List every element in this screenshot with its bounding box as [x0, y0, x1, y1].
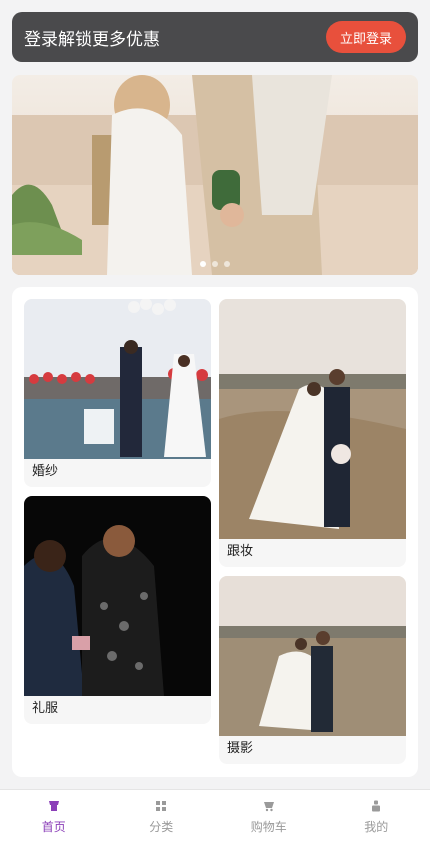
- carousel-dot[interactable]: [224, 261, 230, 267]
- tab-label: 我的: [364, 820, 389, 834]
- wedding-dress-photo: [24, 299, 211, 459]
- makeup-photo: [219, 299, 406, 539]
- login-banner: 登录解锁更多优惠 立即登录: [12, 12, 418, 62]
- formal-dress-photo: [24, 496, 211, 696]
- category-card-photography[interactable]: 摄影: [219, 576, 406, 764]
- tab-label: 购物车: [250, 820, 287, 834]
- user-icon: [372, 800, 381, 812]
- photography-photo: [219, 576, 406, 736]
- shirt-icon: [48, 801, 59, 811]
- carousel-dot-active[interactable]: [200, 261, 206, 267]
- category-label: 摄影: [227, 741, 254, 756]
- tab-cart[interactable]: 购物车: [215, 790, 323, 844]
- tab-label: 分类: [149, 820, 174, 834]
- bottom-tab-bar: 首页 分类 购物车 我的: [0, 789, 430, 844]
- login-prompt-text: 登录解锁更多优惠: [24, 29, 160, 50]
- login-button[interactable]: 立即登录: [325, 21, 406, 53]
- category-panel: 婚纱 跟妆 礼服 摄影: [12, 287, 418, 777]
- tab-home[interactable]: 首页: [0, 790, 108, 844]
- category-label: 跟妆: [227, 544, 254, 559]
- tab-mine[interactable]: 我的: [323, 790, 430, 844]
- carousel-indicator: [12, 261, 418, 267]
- tab-label: 首页: [41, 820, 66, 834]
- carousel-photo-wedding-couple: [12, 75, 418, 275]
- category-card-wedding-dress[interactable]: 婚纱: [24, 299, 211, 487]
- carousel-dot[interactable]: [212, 261, 218, 267]
- grid-icon: [156, 801, 167, 811]
- category-card-makeup[interactable]: 跟妆: [219, 299, 406, 567]
- category-card-formal-dress[interactable]: 礼服: [24, 496, 211, 724]
- category-label: 礼服: [32, 701, 59, 716]
- hero-carousel[interactable]: [12, 75, 418, 275]
- cart-icon: [263, 802, 274, 812]
- tab-category[interactable]: 分类: [108, 790, 216, 844]
- category-label: 婚纱: [32, 464, 59, 479]
